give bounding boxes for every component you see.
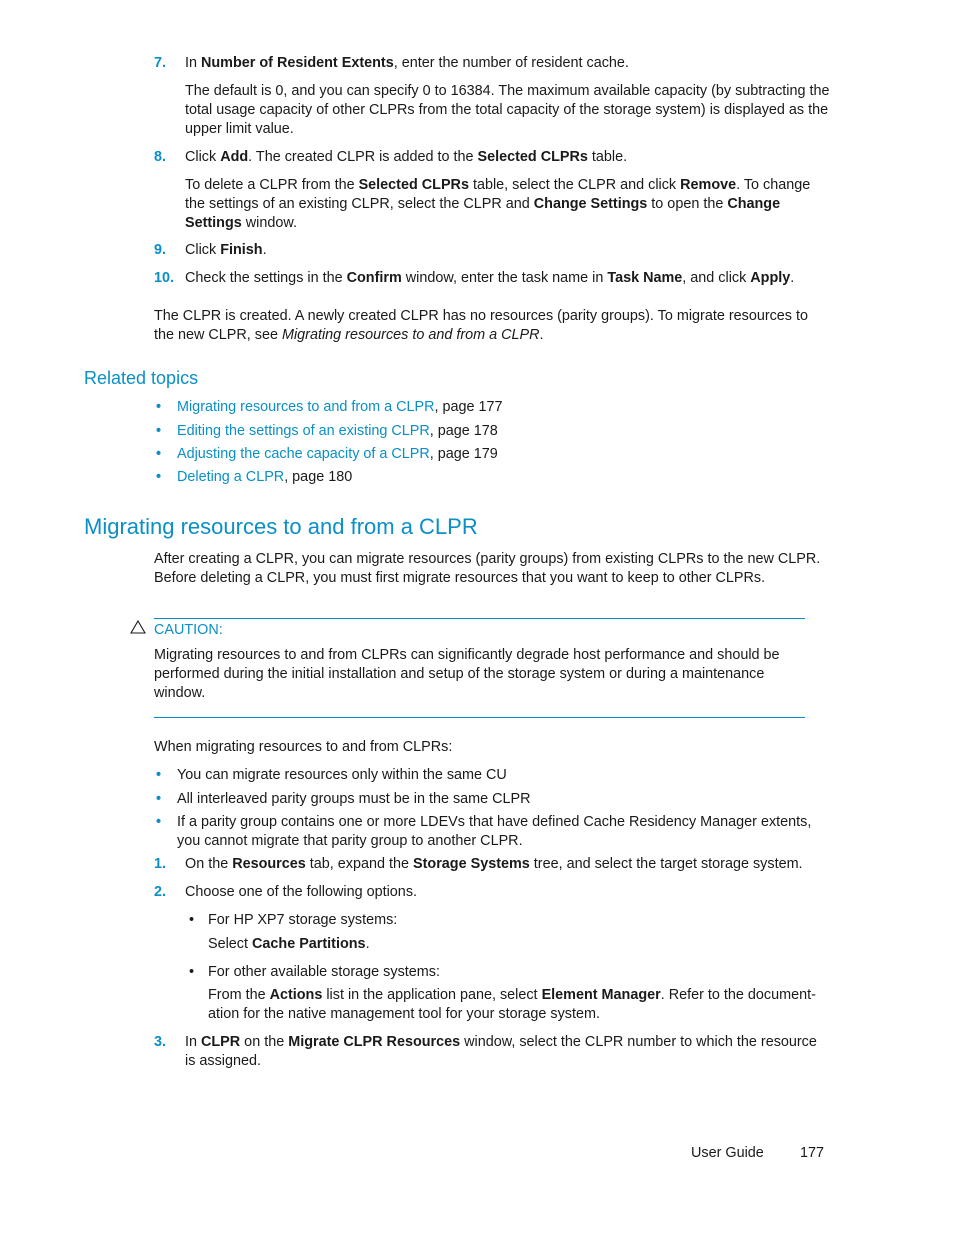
ui-term: Selected CLPRs: [358, 177, 469, 193]
text: To delete a CLPR from the: [185, 177, 359, 193]
text: Check the settings in the: [185, 270, 347, 286]
text: on the: [240, 1034, 289, 1050]
step-number: 8.: [154, 149, 167, 165]
text: Click: [185, 149, 221, 165]
footer-guide-title: User Guide: [691, 1145, 764, 1161]
ui-term: Selected CLPRs: [477, 149, 588, 165]
step-number: 7.: [154, 55, 167, 71]
ui-term: Confirm: [346, 270, 402, 286]
related-topic-link[interactable]: Adjusting the cache capacity of a CLPR: [177, 446, 430, 462]
ui-term: Migrate CLPR Resources: [288, 1034, 461, 1050]
step-number: 3.: [154, 1034, 167, 1050]
ui-term: Number of Resident Extents: [201, 55, 394, 71]
ui-term: Storage Systems: [413, 856, 530, 872]
ui-term: Remove: [680, 177, 737, 193]
text: In: [185, 1034, 201, 1050]
caution-top-rule: [154, 618, 805, 619]
cross-reference: Migrating resources to and from a CLPR: [281, 327, 540, 343]
ui-term: Cache Partitions: [252, 936, 366, 952]
text: .: [790, 270, 795, 286]
related-topic-link[interactable]: Migrating resources to and from a CLPR: [177, 399, 435, 415]
text: Click: [185, 242, 221, 258]
bullet-icon: •: [156, 767, 162, 783]
ui-term: Change Settings: [533, 196, 648, 212]
related-topic-item: Adjusting the cache capacity of a CLPR, …: [177, 445, 498, 464]
step-number: 10.: [154, 270, 175, 286]
ui-term: CLPR: [201, 1034, 241, 1050]
text: tree, and select the target storage syst…: [529, 856, 803, 872]
caution-bottom-rule: [154, 717, 805, 718]
step-number: 1.: [154, 856, 167, 872]
step-number: 9.: [154, 242, 167, 258]
rule-item: If a parity group contains one or more L…: [177, 814, 812, 849]
bullet-icon: •: [189, 912, 195, 928]
ui-term: Task Name: [607, 270, 683, 286]
ui-term: Finish: [220, 242, 263, 258]
bullet-icon: •: [156, 423, 162, 439]
rule-item: You can migrate resources only within th…: [177, 767, 507, 783]
text: . The created CLPR is added to the: [248, 149, 478, 165]
text: list in the application pane, select: [322, 987, 542, 1003]
text: , and click: [682, 270, 751, 286]
page-ref: , page 177: [434, 399, 503, 415]
page-ref: , page 178: [429, 423, 498, 439]
option-detail: Select Cache Partitions.: [208, 935, 370, 954]
ui-term: Element Manager: [541, 987, 661, 1003]
bullet-icon: •: [189, 964, 195, 980]
related-topic-item: Editing the settings of an existing CLPR…: [177, 422, 498, 441]
warning-triangle-icon: [129, 619, 147, 635]
related-topic-link[interactable]: Editing the settings of an existing CLPR: [177, 423, 430, 439]
page-number: 177: [800, 1145, 825, 1161]
bullet-icon: •: [156, 791, 162, 807]
text: Select: [208, 936, 252, 952]
text: window, enter the task name in: [401, 270, 608, 286]
section-step-2: Choose one of the following options.: [185, 884, 418, 900]
text: table.: [587, 149, 628, 165]
rule-item: All interleaved parity groups must be in…: [177, 791, 531, 807]
related-topic-link[interactable]: Deleting a CLPR: [177, 469, 284, 485]
text: .: [262, 242, 267, 258]
step-number: 2.: [154, 884, 167, 900]
option-detail: From the Actions list in the application…: [208, 986, 832, 1024]
rules-lead: When migrating resources to and from CLP…: [154, 739, 453, 755]
page-ref: , page 179: [429, 446, 498, 462]
related-topic-item: Migrating resources to and from a CLPR, …: [177, 398, 503, 417]
text: .: [365, 936, 370, 952]
caution-label: CAUTION:: [154, 622, 223, 638]
related-topics-heading: Related topics: [84, 368, 199, 388]
text: On the: [185, 856, 233, 872]
option-label: For HP XP7 storage systems:: [208, 912, 398, 928]
text: , enter the number of resident cache.: [393, 55, 629, 71]
caution-text: Migrating resources to and from CLPRs ca…: [154, 647, 780, 701]
text: table, select the CLPR and click: [468, 177, 681, 193]
step-7-text: In Number of Resident Extents, enter the…: [185, 54, 830, 73]
text: In: [185, 55, 201, 71]
step-9-text: Click Finish.: [185, 241, 830, 260]
step-8-detail: To delete a CLPR from the Selected CLPRs…: [185, 176, 830, 233]
step-7-detail: The default is 0, and you can specify 0 …: [185, 83, 830, 137]
step-10-text: Check the settings in the Confirm window…: [185, 269, 830, 288]
bullet-icon: •: [156, 399, 162, 415]
section-title: Migrating resources to and from a CLPR: [84, 514, 478, 539]
ui-term: Add: [220, 149, 249, 165]
result-paragraph: The CLPR is created. A newly created CLP…: [154, 307, 830, 345]
text: window.: [241, 215, 297, 231]
text: .: [539, 327, 544, 343]
option-label: For other available storage systems:: [208, 964, 440, 980]
ui-term: Apply: [750, 270, 791, 286]
ui-term: Resources: [232, 856, 306, 872]
page-ref: , page 180: [284, 469, 353, 485]
bullet-icon: •: [156, 469, 162, 485]
text: to open the: [647, 196, 728, 212]
text: From the: [208, 987, 270, 1003]
text: tab, expand the: [305, 856, 414, 872]
section-intro: After creating a CLPR, you can migrate r…: [154, 551, 821, 586]
bullet-icon: •: [156, 814, 162, 830]
bullet-icon: •: [156, 446, 162, 462]
ui-term: Actions: [269, 987, 323, 1003]
step-8-text: Click Add. The created CLPR is added to …: [185, 148, 830, 167]
related-topic-item: Deleting a CLPR, page 180: [177, 468, 352, 487]
section-step-1: On the Resources tab, expand the Storage…: [185, 855, 830, 874]
section-step-3: In CLPR on the Migrate CLPR Resources wi…: [185, 1033, 830, 1071]
